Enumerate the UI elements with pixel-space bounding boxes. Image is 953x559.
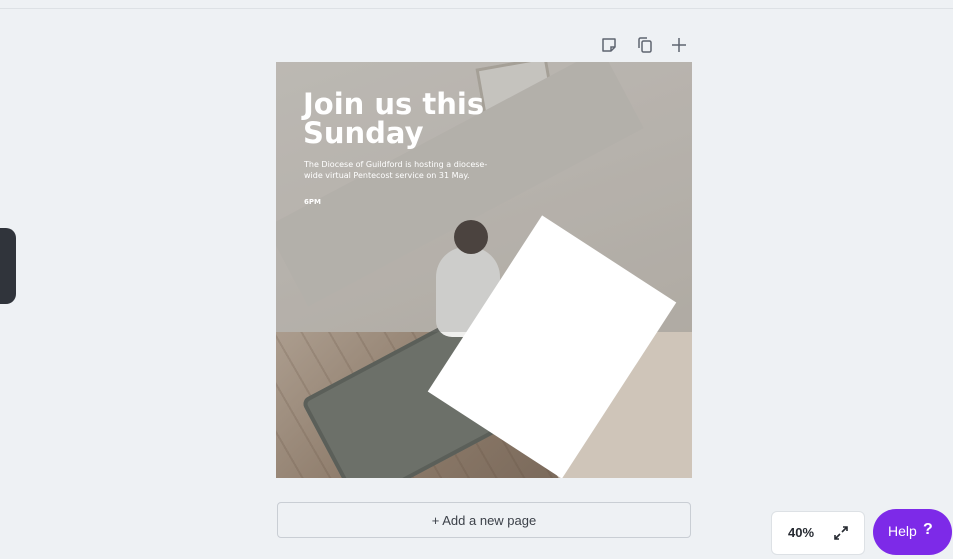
top-divider xyxy=(0,8,953,9)
zoom-control[interactable]: 40% xyxy=(771,511,865,555)
expand-icon[interactable] xyxy=(832,524,850,542)
design-page-canvas[interactable]: Join us this Sunday The Diocese of Guild… xyxy=(276,62,692,478)
design-headline[interactable]: Join us this Sunday xyxy=(303,90,543,148)
duplicate-page-icon[interactable] xyxy=(636,36,654,54)
note-icon[interactable] xyxy=(600,36,618,54)
zoom-value: 40% xyxy=(788,525,815,540)
help-button[interactable]: Help ? xyxy=(873,509,952,555)
side-panel-toggle[interactable] xyxy=(0,228,16,304)
add-page-plus-icon[interactable] xyxy=(670,36,688,54)
design-subtext[interactable]: The Diocese of Guildford is hosting a di… xyxy=(304,159,494,181)
help-label: Help xyxy=(888,523,917,539)
design-time[interactable]: 6PM xyxy=(304,198,321,206)
question-icon: ? xyxy=(923,521,933,538)
add-new-page-button[interactable]: + Add a new page xyxy=(277,502,691,538)
